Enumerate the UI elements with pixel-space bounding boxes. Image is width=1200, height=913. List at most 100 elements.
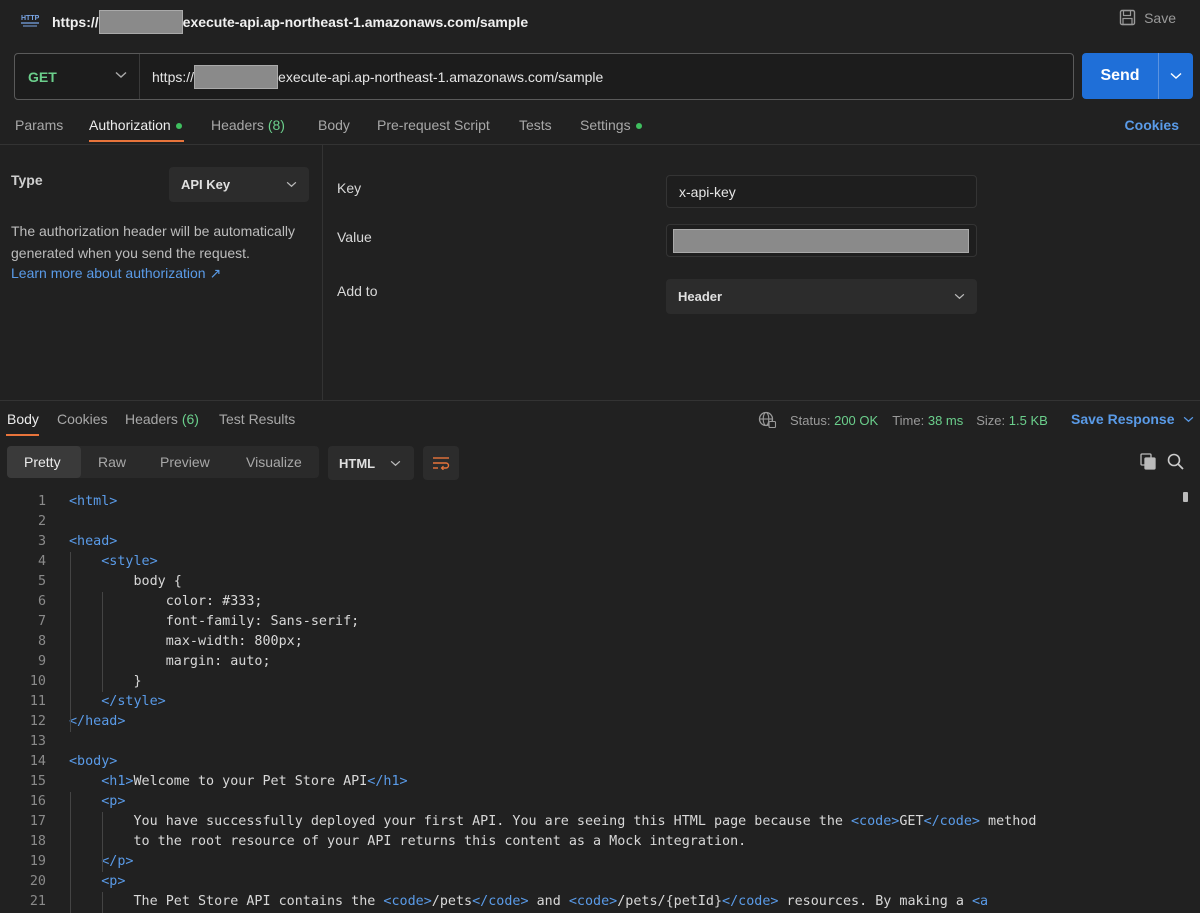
response-tab-test-results[interactable]: Test Results bbox=[219, 411, 295, 427]
language-select[interactable]: HTML bbox=[328, 446, 414, 480]
code-text: You have successfully deployed your firs… bbox=[69, 814, 1037, 829]
view-visualize[interactable]: Visualize bbox=[246, 454, 302, 470]
indent-guide bbox=[70, 792, 71, 913]
code-text: <html> bbox=[69, 494, 118, 509]
wrap-lines-button[interactable] bbox=[423, 446, 459, 480]
code-text: color: #333; bbox=[69, 594, 263, 609]
copy-icon[interactable] bbox=[1140, 453, 1157, 470]
tab-settings[interactable]: Settings bbox=[580, 117, 642, 133]
svg-text:HTTP: HTTP bbox=[21, 15, 40, 22]
tab-headers[interactable]: Headers (8) bbox=[211, 117, 285, 133]
key-input[interactable]: x-api-key bbox=[666, 175, 977, 208]
code-line: 11 </style> bbox=[0, 692, 1180, 712]
time-label: Time: bbox=[892, 412, 925, 428]
response-tab-headers-label: Headers bbox=[125, 411, 178, 427]
url-input[interactable]: https:// execute-api.ap-northeast-1.amazo… bbox=[140, 64, 603, 89]
code-text: max-width: 800px; bbox=[69, 634, 303, 649]
line-number: 8 bbox=[37, 634, 46, 649]
line-number: 4 bbox=[37, 554, 46, 569]
search-icon[interactable] bbox=[1167, 453, 1184, 470]
code-text: <style> bbox=[101, 554, 158, 569]
line-number: 11 bbox=[29, 694, 46, 709]
active-tab-indicator bbox=[6, 434, 39, 436]
redacted-host bbox=[98, 10, 183, 34]
code-line: 2 bbox=[0, 512, 1180, 532]
tab-headers-count: (8) bbox=[267, 117, 285, 133]
code-text: <head> bbox=[69, 534, 118, 549]
view-raw[interactable]: Raw bbox=[98, 454, 126, 470]
code-text: margin: auto; bbox=[69, 654, 271, 669]
code-line: 14 <body> bbox=[0, 752, 1180, 772]
save-label: Save bbox=[1144, 9, 1176, 26]
line-number: 19 bbox=[29, 854, 46, 869]
code-line: 17 You have successfully deployed your f… bbox=[0, 812, 1180, 832]
line-number: 6 bbox=[37, 594, 46, 609]
indent-guide bbox=[102, 892, 104, 913]
size-value: 1.5 KB bbox=[1008, 412, 1048, 428]
code-line: 19 </p> bbox=[0, 852, 1180, 872]
response-headers-count: (6) bbox=[181, 411, 199, 427]
tab-authorization-label: Authorization bbox=[89, 117, 171, 133]
learn-more-link[interactable]: Learn more about authorization ↗ bbox=[11, 265, 221, 282]
code-line: 21 The Pet Store API contains the <code>… bbox=[0, 892, 1180, 912]
view-pretty[interactable]: Pretty bbox=[24, 454, 61, 470]
tab-settings-label: Settings bbox=[580, 117, 631, 133]
response-tab-cookies[interactable]: Cookies bbox=[57, 411, 108, 427]
view-preview[interactable]: Preview bbox=[160, 454, 210, 470]
tab-authorization[interactable]: Authorization bbox=[89, 117, 182, 133]
active-tab-indicator bbox=[89, 140, 184, 142]
tab-body[interactable]: Body bbox=[318, 117, 350, 133]
line-number: 18 bbox=[29, 834, 46, 849]
request-tabs: Params Authorization Headers (8) Body Pr… bbox=[0, 106, 1200, 144]
add-to-label: Add to bbox=[337, 283, 378, 299]
language-value: HTML bbox=[339, 455, 376, 471]
code-line: 3 <head> bbox=[0, 532, 1180, 552]
code-text: </style> bbox=[101, 694, 166, 709]
line-number: 10 bbox=[29, 674, 46, 689]
line-number: 5 bbox=[37, 574, 46, 589]
auth-type-label: Type bbox=[11, 172, 43, 188]
method-select[interactable]: GET bbox=[15, 54, 140, 99]
save-button[interactable]: Save bbox=[1119, 9, 1176, 26]
add-to-select[interactable]: Header bbox=[666, 279, 977, 314]
send-options-button[interactable] bbox=[1159, 72, 1193, 80]
code-text: to the root resource of your API returns… bbox=[69, 834, 747, 849]
redacted-value bbox=[673, 228, 969, 253]
code-line: 4 <style> bbox=[0, 552, 1180, 572]
scrollbar[interactable] bbox=[1183, 492, 1188, 502]
tab-prerequest-script[interactable]: Pre-request Script bbox=[377, 117, 490, 133]
save-response-button[interactable]: Save Response bbox=[1071, 411, 1194, 427]
response-tab-headers[interactable]: Headers (6) bbox=[125, 411, 199, 427]
auth-help-text: The authorization header will be automat… bbox=[11, 223, 296, 261]
send-button-group: Send bbox=[1082, 53, 1193, 99]
response-tab-body[interactable]: Body bbox=[7, 411, 39, 427]
chevron-down-icon bbox=[1183, 416, 1193, 422]
code-text: <p> bbox=[101, 794, 126, 809]
response-code-viewer[interactable]: 1 <html> 2 3 <head> 4 <style> 5 body {6 color:… bbox=[0, 492, 1180, 913]
redacted-host bbox=[194, 64, 279, 89]
tab-params[interactable]: Params bbox=[15, 117, 63, 133]
active-dot-icon bbox=[635, 123, 642, 130]
code-line: 12 </head> bbox=[0, 712, 1180, 732]
line-number: 2 bbox=[37, 514, 46, 529]
title-url-prefix: https:// bbox=[52, 14, 99, 30]
key-value: x-api-key bbox=[679, 183, 736, 200]
code-text: The Pet Store API contains the <code>/pe… bbox=[69, 894, 989, 909]
globe-icon[interactable] bbox=[758, 411, 777, 429]
auth-type-select[interactable]: API Key bbox=[169, 167, 309, 202]
status-value: 200 OK bbox=[834, 412, 879, 428]
chevron-down-icon bbox=[286, 181, 297, 187]
tab-tests[interactable]: Tests bbox=[519, 117, 552, 133]
code-text: <h1>Welcome to your Pet Store API</h1> bbox=[101, 774, 408, 789]
cookies-link[interactable]: Cookies bbox=[1125, 117, 1179, 133]
code-text: <p> bbox=[101, 874, 126, 889]
http-icon: HTTP bbox=[21, 15, 40, 27]
line-number: 21 bbox=[29, 894, 46, 909]
response-meta: Status: 200 OK Time: 38 ms Size: 1.5 KB bbox=[758, 411, 1048, 429]
value-input[interactable] bbox=[666, 224, 977, 257]
code-text: <body> bbox=[69, 754, 118, 769]
title-url-suffix: execute-api.ap-northeast-1.amazonaws.com… bbox=[182, 14, 529, 30]
send-button[interactable]: Send bbox=[1082, 67, 1158, 85]
value-label: Value bbox=[337, 229, 372, 245]
line-number: 1 bbox=[37, 494, 46, 509]
